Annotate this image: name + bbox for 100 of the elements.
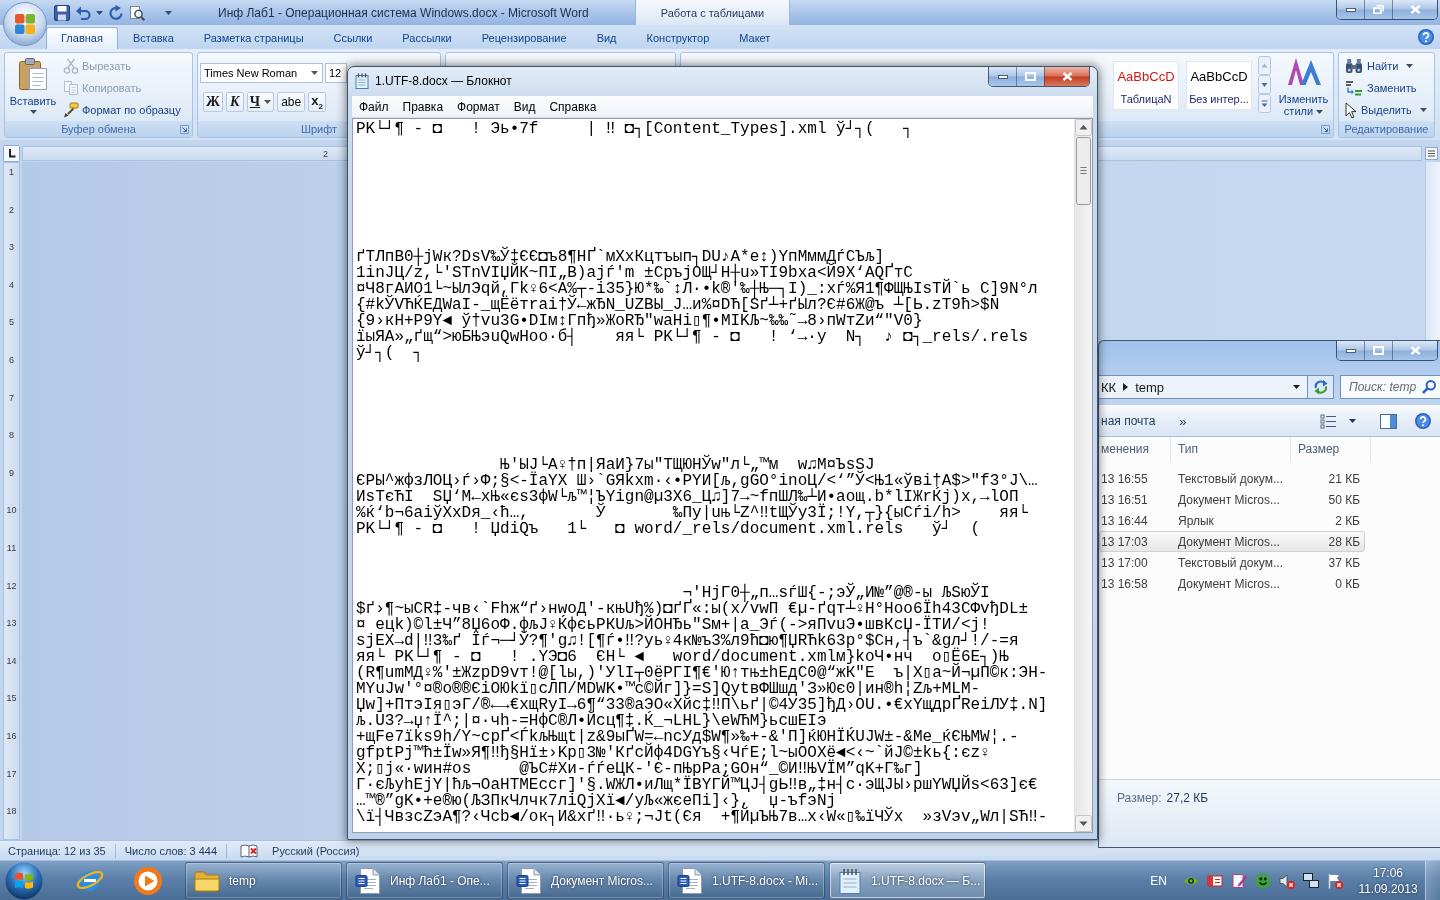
word-count[interactable]: Число слов: 3 444 <box>124 844 218 857</box>
play-icon[interactable] <box>133 865 163 896</box>
redo-icon[interactable] <box>108 4 124 21</box>
cursor-icon <box>1345 101 1357 119</box>
maximize-button[interactable] <box>1364 341 1392 360</box>
file-row[interactable]: 13 16:55 Текстовый докум... 21 КБ <box>1099 468 1365 489</box>
taskbar-button[interactable]: 1.UTF-8.docx - Mi... <box>668 862 825 899</box>
scrollbar-thumb[interactable] <box>1076 137 1091 205</box>
taskbar-button[interactable]: Документ Micros... <box>507 862 664 899</box>
close-button[interactable] <box>1392 0 1437 19</box>
ribbon-tab[interactable]: Вид <box>581 27 632 49</box>
tab-group-header: Работа с таблицами <box>635 0 790 25</box>
file-row[interactable]: 13 16:51 Документ Micros... 50 КБ <box>1099 489 1365 510</box>
ribbon-tab[interactable]: Рассылки <box>387 27 467 49</box>
menu-item[interactable]: Правка <box>395 99 451 114</box>
maximize-button[interactable] <box>1016 67 1044 86</box>
ribbon-tab[interactable]: Вставка <box>117 27 189 49</box>
scroll-down-icon[interactable] <box>1258 75 1271 94</box>
corner-arrow-icon[interactable] <box>1321 124 1330 134</box>
help-icon[interactable] <box>1418 29 1434 45</box>
ribbon-tab[interactable]: Макет <box>724 27 786 49</box>
restore-button[interactable] <box>1364 0 1392 19</box>
replace-button[interactable]: Заменить <box>1345 79 1434 97</box>
minimize-button[interactable] <box>1337 0 1364 19</box>
pen-icon[interactable] <box>1231 872 1247 889</box>
column-header[interactable]: Размер <box>1291 437 1371 462</box>
style-tile[interactable]: AaBbCcD Без интер... <box>1186 61 1252 110</box>
notepad-icon <box>355 73 369 89</box>
close-button[interactable] <box>1392 341 1437 360</box>
bold-button[interactable]: Ж <box>203 92 223 112</box>
caret-icon[interactable] <box>1293 385 1300 389</box>
ribbon-tab[interactable]: Конструктор <box>631 27 725 49</box>
refresh-button[interactable] <box>1308 375 1334 399</box>
underline-button[interactable]: Ч <box>246 92 275 112</box>
address-bar[interactable]: КК temp <box>1099 375 1308 399</box>
search-field[interactable]: Поиск: temp <box>1340 375 1440 399</box>
taskbar-button[interactable]: Инф Лаб1 - Опе... <box>346 862 503 899</box>
card-icon[interactable] <box>1207 872 1223 889</box>
clock-date[interactable]: 11.09.2013 <box>1358 880 1418 897</box>
menu-item[interactable]: Файл <box>352 99 396 114</box>
scrollbar[interactable] <box>1425 162 1440 340</box>
ruler-number: 13 <box>6 617 17 630</box>
view-ruler-icon[interactable] <box>1425 147 1438 160</box>
smiley-icon[interactable] <box>1255 872 1271 889</box>
language-indicator[interactable]: EN <box>1150 873 1167 888</box>
subscript-button[interactable]: x$_{2}$ <box>308 92 327 112</box>
print-preview-icon[interactable] <box>129 4 145 21</box>
flag-icon[interactable] <box>1327 872 1343 889</box>
ribbon-tab[interactable]: Ссылки <box>318 27 388 49</box>
minimize-button[interactable] <box>1337 341 1364 360</box>
column-header[interactable]: менения <box>1099 437 1171 462</box>
tab-stop-icon[interactable] <box>3 145 20 162</box>
breadcrumb[interactable]: КК <box>1101 379 1117 395</box>
strikethrough-button[interactable]: abe <box>277 92 306 112</box>
find-button[interactable]: Найти <box>1345 57 1434 75</box>
file-row[interactable]: 13 16:58 Документ Micros... 0 КБ <box>1099 573 1365 594</box>
font-size-combobox[interactable]: 12 <box>325 63 347 83</box>
toolbar-button[interactable]: ная почта <box>1101 414 1156 428</box>
start-button[interactable] <box>5 861 43 900</box>
view-icon[interactable] <box>1320 413 1337 429</box>
style-tile[interactable]: AaBbCcD ТаблицаN <box>1113 61 1179 110</box>
monitors-icon[interactable] <box>1303 872 1319 889</box>
group-label: Буфер обмена <box>61 123 136 135</box>
help-icon[interactable] <box>1415 413 1431 429</box>
menu-item[interactable]: Вид <box>506 99 543 114</box>
language-indicator[interactable]: Русский (Россия) <box>272 844 360 857</box>
font-name-combobox[interactable]: Times New Roman <box>200 63 323 83</box>
book-icon[interactable] <box>240 843 259 858</box>
file-row[interactable]: 13 17:03 Документ Micros... 28 КБ <box>1099 531 1365 552</box>
search-icon[interactable] <box>1422 380 1436 394</box>
arrow-icon[interactable] <box>1123 383 1129 391</box>
more-icon[interactable] <box>1258 94 1271 113</box>
breadcrumb[interactable]: temp <box>1135 379 1165 395</box>
menu-item[interactable]: Справка <box>542 99 604 114</box>
ribbon-button[interactable]: Формат по образцу <box>63 101 181 119</box>
save-icon[interactable] <box>54 4 70 21</box>
minimize-button[interactable] <box>989 67 1016 86</box>
file-row[interactable]: 13 17:00 Текстовый докум... 37 КБ <box>1099 552 1365 573</box>
undo-icon[interactable] <box>75 5 91 20</box>
scroll-down-icon[interactable] <box>1075 815 1092 832</box>
change-styles-button[interactable]: Изменить стили <box>1275 55 1332 117</box>
file-row[interactable]: 13 16:44 Ярлык 2 КБ <box>1099 510 1365 531</box>
italic-button[interactable]: К <box>225 92 244 112</box>
overflow-button[interactable]: » <box>1179 413 1187 429</box>
caret-icon[interactable] <box>1349 419 1356 423</box>
close-button[interactable] <box>1044 67 1089 86</box>
ribbon-tab[interactable]: Разметка страницы <box>188 27 319 49</box>
taskbar-button[interactable]: temp <box>185 862 342 899</box>
scroll-up-icon[interactable] <box>1075 119 1092 136</box>
ribbon-tab[interactable]: Главная <box>46 27 118 49</box>
preview-pane-icon[interactable] <box>1380 413 1397 429</box>
ribbon-tab[interactable]: Рецензирование <box>466 27 582 49</box>
paste-button[interactable]: Вставить <box>8 53 58 121</box>
page-indicator[interactable]: Страница: 12 из 35 <box>8 844 106 857</box>
select-button[interactable]: Выделить <box>1345 101 1434 119</box>
clock-time[interactable]: 17:06 <box>1373 864 1403 881</box>
column-header[interactable]: Тип <box>1171 437 1291 462</box>
menu-item[interactable]: Формат <box>450 99 507 114</box>
corner-arrow-icon[interactable] <box>180 124 189 134</box>
muted-speaker-icon[interactable] <box>1279 872 1295 889</box>
